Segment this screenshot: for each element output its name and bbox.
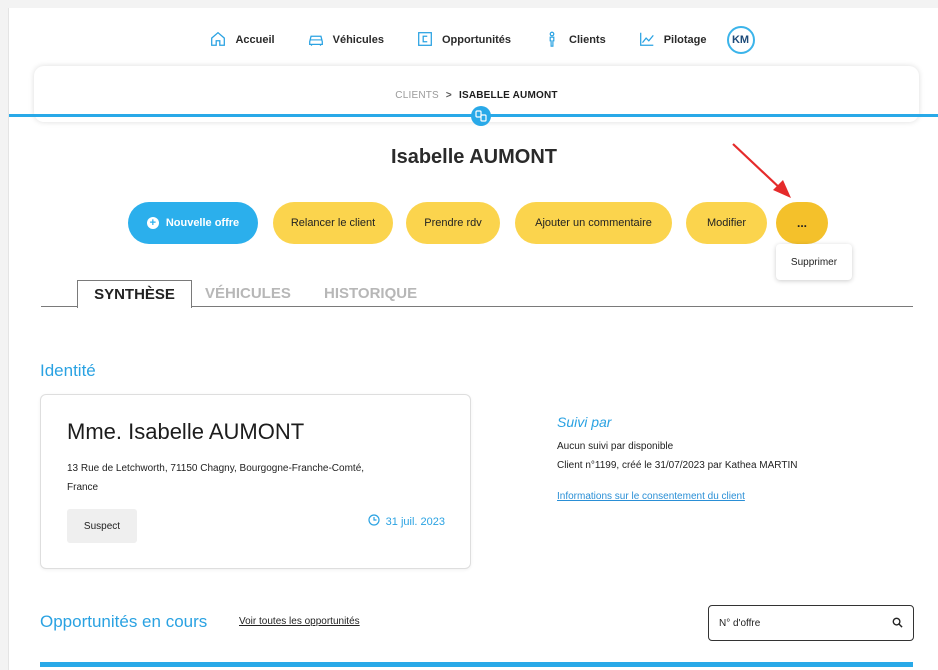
add-comment-label: Ajouter un commentaire [535,217,652,229]
new-offer-label: Nouvelle offre [165,217,240,229]
clock-icon [368,514,380,529]
edit-button[interactable]: Modifier [686,202,767,244]
identity-section-title: Identité [40,361,96,380]
relaunch-client-label: Relancer le client [290,217,376,229]
identity-card: Mme. Isabelle AUMONT 13 Rue de Letchwort… [40,394,471,569]
breadcrumb-separator: > [445,90,452,101]
client-full-name: Mme. Isabelle AUMONT [67,419,305,444]
opportunities-divider [40,662,913,667]
new-offer-button[interactable]: + Nouvelle offre [128,202,258,244]
nav-item-label: Accueil [235,34,275,46]
creation-date-text: 31 juil. 2023 [385,515,445,528]
offer-search-box [708,605,914,641]
search-icon[interactable] [892,617,903,631]
offer-number-input[interactable] [719,606,879,640]
relaunch-client-button[interactable]: Relancer le client [273,202,393,244]
person-icon [543,30,561,51]
home-icon [209,30,227,51]
edit-label: Modifier [706,217,747,229]
creation-date: 31 juil. 2023 [368,514,445,529]
more-actions-label: ... [796,216,807,230]
nav-item-label: Pilotage [663,34,707,46]
more-actions-button[interactable]: ... [776,202,828,244]
nav-item-vehicules[interactable]: Véhicules [307,30,384,51]
breadcrumb-parent[interactable]: CLIENTS [395,90,439,101]
nav-item-opportunites[interactable]: Opportunités [416,30,511,51]
opportunities-section-title: Opportunités en cours [40,612,208,631]
nav-item-pilotage[interactable]: Pilotage [638,30,707,51]
status-badge: Suspect [67,509,137,543]
breadcrumb-current: ISABELLE AUMONT [458,90,558,101]
consent-info-link[interactable]: Informations sur le consentement du clie… [557,491,745,502]
tab-vehicules[interactable]: VÉHICULES [205,280,291,306]
delete-label: Supprimer [790,256,838,268]
address-line-1: 13 Rue de Letchworth, 71150 Chagny, Bour… [67,463,365,474]
client-address: 13 Rue de Letchworth, 71150 Chagny, Bour… [67,459,417,497]
chart-icon [638,30,656,51]
tab-historique[interactable]: HISTORIQUE [324,280,417,306]
top-navigation: Accueil Véhicules Opportunités Clients P… [9,22,938,58]
add-comment-button[interactable]: Ajouter un commentaire [515,202,672,244]
see-all-opportunities-link[interactable]: Voir toutes les opportunités [239,616,360,627]
page: Accueil Véhicules Opportunités Clients P… [8,8,938,670]
followup-title: Suivi par [557,414,612,430]
breadcrumb: CLIENTS > ISABELLE AUMONT [34,90,919,101]
nav-item-label: Clients [569,34,606,46]
followup-status: Aucun suivi par disponible [557,441,674,452]
appointment-button[interactable]: Prendre rdv [406,202,500,244]
appointment-label: Prendre rdv [424,217,482,229]
plus-icon: + [146,217,159,229]
opportunity-icon [416,30,434,51]
car-icon [307,30,325,51]
tab-synthese[interactable]: SYNTHÈSE [77,280,192,308]
avatar[interactable]: KM [726,26,755,54]
client-number-info: Client n°1199, créé le 31/07/2023 par Ka… [557,460,798,471]
nav-item-label: Opportunités [441,34,512,46]
client-badge-icon [471,106,491,126]
delete-menu-item[interactable]: Supprimer [776,244,852,280]
nav-item-label: Véhicules [332,34,384,46]
nav-item-clients[interactable]: Clients [543,30,606,51]
address-line-2: France [67,482,99,493]
annotation-arrow [732,143,791,198]
nav-item-accueil[interactable]: Accueil [209,30,275,51]
